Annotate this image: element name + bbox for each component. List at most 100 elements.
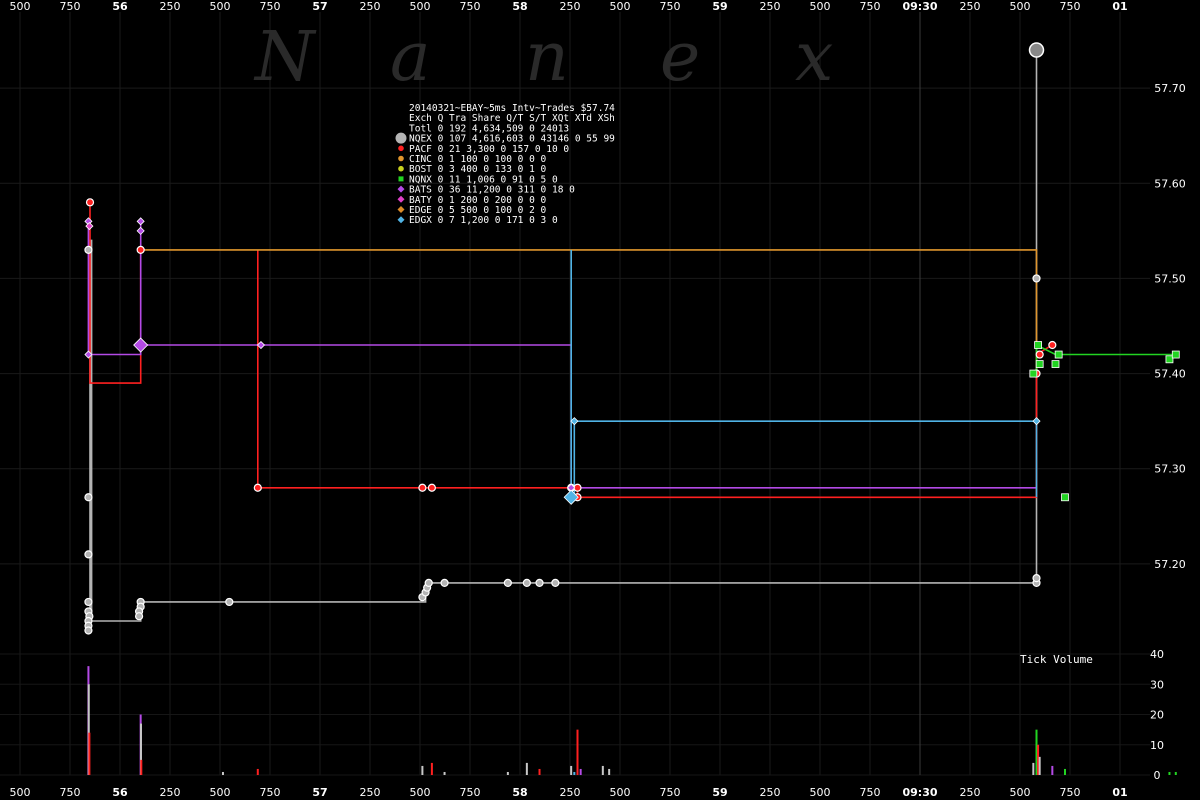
x-tick-label-bottom: 250 (160, 786, 181, 799)
x-tick-label-top: 250 (160, 0, 181, 13)
x-tick-label-bottom: 59 (712, 786, 727, 799)
trade-marker-nqex (440, 578, 449, 588)
y-tick-label: 57.40 (1154, 368, 1186, 381)
trade-marker-nqex (84, 493, 93, 502)
watermark-letter: e (660, 18, 700, 97)
marker-layer (84, 42, 1180, 635)
y-tick-label: 57.60 (1154, 177, 1186, 190)
price-chart: Nanex 500 750 56 250 500 750 57 250 500 750 58 250 5… (0, 0, 1186, 799)
x-tick-label-bottom: 250 (560, 786, 581, 799)
legend-icon-bost (398, 165, 404, 172)
trade-marker-nqex (134, 612, 144, 621)
volume-bar (88, 732, 91, 775)
watermark-letter: N (253, 18, 317, 97)
volume-bar (579, 768, 582, 775)
trade-marker-bats (136, 226, 145, 235)
x-tick-label-top: 250 (360, 0, 381, 13)
watermark-letter: n (525, 18, 569, 97)
volume-bar (601, 765, 604, 775)
x-tick-label-bottom: 57 (312, 786, 327, 799)
trade-marker-nqex (1032, 274, 1041, 283)
legend-icon-nqnx (398, 176, 404, 182)
series-line-pacf (89, 202, 142, 384)
trade-marker-nqnx (1035, 360, 1044, 368)
x-axis-top: 500 750 56 250 500 750 57 250 500 750 58 250 500 750 5… (10, 0, 1128, 13)
volume-bar (573, 771, 576, 775)
x-tick-label-top: 01 (1112, 0, 1127, 13)
x-axis-bottom: 500 750 56 250 500 750 57 250 500 750 58 250 500 750 5… (10, 786, 1128, 799)
trade-marker-pacf (85, 198, 95, 207)
x-tick-label-top: 250 (760, 0, 781, 13)
series-line-edgx (573, 420, 1038, 498)
x-tick-label-top: 750 (260, 0, 281, 13)
series-layer (87, 50, 1173, 622)
legend: 20140321~EBAY~5ms Intv~Trades $57.74 Exc… (395, 103, 615, 226)
x-tick-label-bottom: 58 (512, 786, 527, 799)
volume-bar (570, 765, 573, 775)
trade-marker-nqnx (1061, 493, 1069, 502)
x-tick-label-top: 750 (460, 0, 481, 13)
volume-bar (525, 762, 528, 775)
trade-marker-big-bats (133, 337, 149, 353)
volume-bar (1063, 768, 1066, 775)
x-tick-label-bottom: 250 (960, 786, 981, 799)
volume-bar (1174, 771, 1177, 775)
trade-marker-big-nqex (1028, 42, 1045, 58)
y-tick-label: 57.50 (1154, 272, 1186, 285)
volume-bar (1051, 765, 1054, 775)
trade-marker-pacf (136, 245, 145, 254)
volume-bar (1038, 756, 1041, 775)
x-tick-label-bottom: 500 (810, 786, 831, 799)
trade-marker-nqnx (1054, 350, 1063, 359)
trade-marker-nqex (551, 578, 560, 588)
trade-marker-pacf (253, 483, 262, 492)
trade-marker-pacf (418, 483, 427, 492)
x-tick-label-top: 750 (1060, 0, 1081, 13)
x-tick-label-top: 750 (660, 0, 681, 13)
x-tick-label-bottom: 750 (660, 786, 681, 799)
trade-marker-big-edgx (563, 489, 579, 505)
grid (0, 12, 1150, 776)
legend-icon-bats (397, 185, 405, 193)
trade-marker-nqex (522, 578, 531, 588)
trade-marker-nqex (84, 550, 93, 559)
trade-marker-nqex (84, 245, 93, 254)
volume-bar (576, 729, 579, 775)
series-line-cinc (140, 249, 1038, 345)
volume-tick-label: 30 (1150, 678, 1164, 691)
trade-marker-bats (136, 217, 145, 226)
volume-bar (443, 771, 446, 775)
trade-marker-pacf (427, 483, 436, 492)
x-tick-label-bottom: 250 (760, 786, 781, 799)
x-tick-label-bottom: 500 (1010, 786, 1031, 799)
x-tick-label-bottom: 250 (360, 786, 381, 799)
y-tick-label: 57.30 (1154, 463, 1186, 476)
volume-tick-label: 0 (1154, 769, 1161, 782)
volume-bar (421, 765, 424, 775)
volume-bar (221, 771, 224, 775)
x-tick-label-top: 250 (960, 0, 981, 13)
series-line-nqnx (1035, 343, 1173, 374)
volume-axis: 0 10 20 30 40 (1150, 648, 1164, 782)
x-tick-label-top: 500 (10, 0, 31, 13)
trade-marker-nqnx (1171, 350, 1180, 359)
x-tick-label-top: 58 (512, 0, 527, 13)
x-tick-label-bottom: 750 (460, 786, 481, 799)
trade-marker-nqnx (1051, 360, 1060, 368)
watermark-letter: x (795, 18, 833, 97)
volume-bar (140, 759, 143, 775)
trade-marker-nqex (84, 597, 93, 607)
volume-bar (1168, 771, 1171, 775)
x-tick-label-top: 57 (312, 0, 327, 13)
volume-layer (87, 666, 1177, 775)
x-tick-label-bottom: 56 (112, 786, 128, 799)
legend-icon-baty (397, 195, 405, 203)
x-tick-label-top: 500 (610, 0, 631, 13)
x-tick-label-bottom: 500 (10, 786, 31, 799)
x-tick-label-top: 500 (210, 0, 231, 13)
volume-bar (430, 762, 433, 775)
trade-marker-nqex (535, 578, 544, 588)
legend-row-edgx: EDGX 0 7 1,200 0 171 0 3 0 (409, 215, 558, 226)
x-tick-label-top: 250 (560, 0, 581, 13)
trade-marker-nqex (503, 578, 512, 588)
